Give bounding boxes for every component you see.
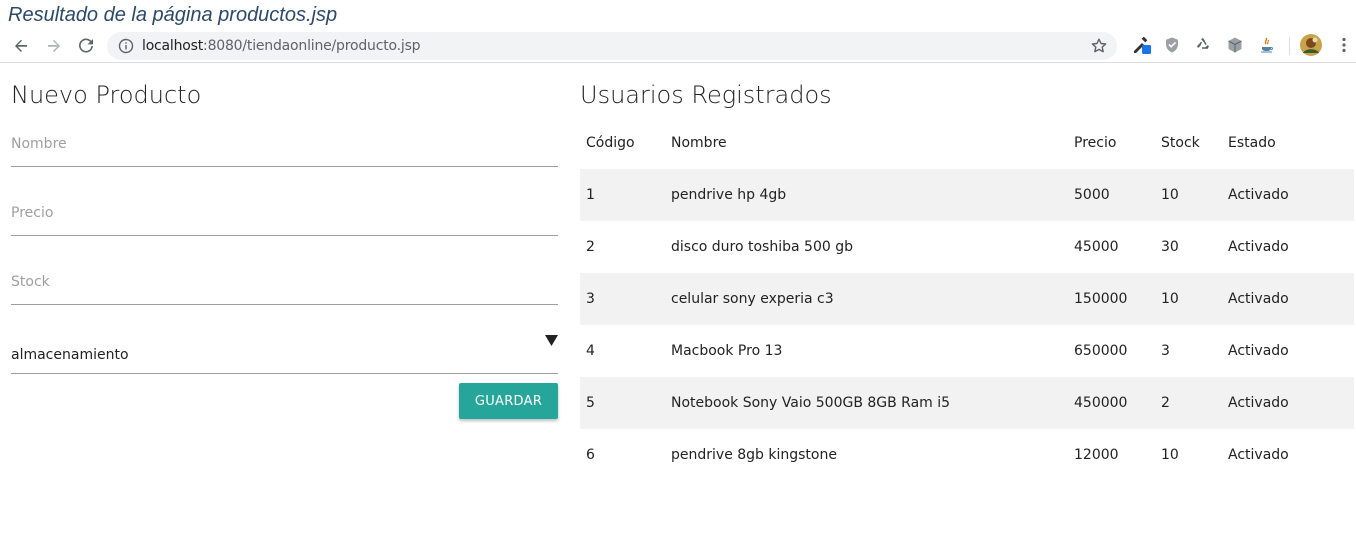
products-table: Código Nombre Precio Stock Estado 1 pend… bbox=[580, 117, 1354, 481]
header-codigo: Código bbox=[586, 135, 635, 151]
cell-precio: 12000 bbox=[1074, 447, 1119, 463]
cell-stock: 10 bbox=[1161, 447, 1179, 463]
reload-icon[interactable] bbox=[74, 34, 98, 58]
cell-codigo: 6 bbox=[586, 447, 595, 463]
cell-nombre: pendrive 8gb kingstone bbox=[671, 447, 837, 463]
cell-codigo: 3 bbox=[586, 291, 595, 307]
header-nombre: Nombre bbox=[671, 135, 727, 151]
menu-icon[interactable] bbox=[1334, 35, 1354, 55]
cell-stock: 3 bbox=[1161, 343, 1170, 359]
table-row: 1 pendrive hp 4gb 5000 10 Activado bbox=[580, 169, 1354, 221]
address-bar[interactable]: localhost:8080/tiendaonline/producto.jsp bbox=[107, 32, 1117, 60]
cell-nombre: celular sony experia c3 bbox=[671, 291, 834, 307]
back-icon[interactable] bbox=[9, 34, 33, 58]
cell-precio: 650000 bbox=[1074, 343, 1128, 359]
cell-precio: 5000 bbox=[1074, 187, 1110, 203]
shield-extension-icon[interactable] bbox=[1162, 35, 1182, 55]
cell-stock: 30 bbox=[1161, 239, 1179, 255]
cell-precio: 150000 bbox=[1074, 291, 1128, 307]
users-title: Usuarios Registrados bbox=[580, 81, 832, 109]
recycle-extension-icon[interactable] bbox=[1193, 35, 1213, 55]
star-icon[interactable] bbox=[1090, 37, 1108, 60]
category-select[interactable]: almacenamiento bbox=[11, 334, 558, 374]
header-precio: Precio bbox=[1074, 135, 1117, 151]
precio-field[interactable]: Precio bbox=[11, 196, 558, 236]
cell-nombre: disco duro toshiba 500 gb bbox=[671, 239, 853, 255]
cell-estado: Activado bbox=[1228, 187, 1289, 203]
form-title: Nuevo Producto bbox=[11, 81, 202, 109]
category-selected-value: almacenamiento bbox=[11, 347, 129, 363]
url-host: localhost bbox=[142, 38, 204, 54]
cell-codigo: 1 bbox=[586, 187, 595, 203]
table-header-row: Código Nombre Precio Stock Estado bbox=[580, 117, 1354, 169]
toolbar-divider bbox=[1289, 37, 1290, 55]
nombre-placeholder: Nombre bbox=[11, 136, 67, 152]
table-row: 5 Notebook Sony Vaio 500GB 8GB Ram i5 45… bbox=[580, 377, 1354, 429]
precio-placeholder: Precio bbox=[11, 205, 54, 221]
cell-stock: 10 bbox=[1161, 187, 1179, 203]
cell-codigo: 4 bbox=[586, 343, 595, 359]
cell-estado: Activado bbox=[1228, 395, 1289, 411]
table-row: 3 celular sony experia c3 150000 10 Acti… bbox=[580, 273, 1354, 325]
table-row: 6 pendrive 8gb kingstone 12000 10 Activa… bbox=[580, 429, 1354, 481]
url-path: :8080/tiendaonline/producto.jsp bbox=[203, 38, 421, 54]
cell-nombre: Macbook Pro 13 bbox=[671, 343, 783, 359]
cell-codigo: 5 bbox=[586, 395, 595, 411]
url-text[interactable]: localhost:8080/tiendaonline/producto.jsp bbox=[142, 38, 421, 54]
header-estado: Estado bbox=[1228, 135, 1276, 151]
page-caption: Resultado de la página productos.jsp bbox=[8, 4, 338, 26]
dropdown-caret-icon[interactable] bbox=[545, 334, 558, 350]
browser-toolbar: localhost:8080/tiendaonline/producto.jsp bbox=[0, 29, 1356, 63]
forward-icon[interactable] bbox=[42, 34, 66, 58]
java-extension-icon[interactable] bbox=[1257, 35, 1277, 55]
cell-nombre: Notebook Sony Vaio 500GB 8GB Ram i5 bbox=[671, 395, 951, 411]
info-icon[interactable] bbox=[118, 38, 134, 59]
header-stock: Stock bbox=[1161, 135, 1200, 151]
table-row: 2 disco duro toshiba 500 gb 45000 30 Act… bbox=[580, 221, 1354, 273]
cell-estado: Activado bbox=[1228, 239, 1289, 255]
cell-stock: 2 bbox=[1161, 395, 1170, 411]
stock-placeholder: Stock bbox=[11, 274, 50, 290]
cell-precio: 450000 bbox=[1074, 395, 1128, 411]
avatar[interactable] bbox=[1299, 33, 1323, 57]
cell-precio: 45000 bbox=[1074, 239, 1119, 255]
cell-stock: 10 bbox=[1161, 291, 1179, 307]
eyedropper-extension-icon[interactable] bbox=[1131, 35, 1151, 55]
cell-estado: Activado bbox=[1228, 447, 1289, 463]
save-button[interactable]: GUARDAR bbox=[459, 383, 558, 419]
nombre-field[interactable]: Nombre bbox=[11, 127, 558, 167]
cube-extension-icon[interactable] bbox=[1225, 35, 1245, 55]
cell-nombre: pendrive hp 4gb bbox=[671, 187, 787, 203]
cell-estado: Activado bbox=[1228, 291, 1289, 307]
table-row: 4 Macbook Pro 13 650000 3 Activado bbox=[580, 325, 1354, 377]
cell-codigo: 2 bbox=[586, 239, 595, 255]
stock-field[interactable]: Stock bbox=[11, 265, 558, 305]
cell-estado: Activado bbox=[1228, 343, 1289, 359]
